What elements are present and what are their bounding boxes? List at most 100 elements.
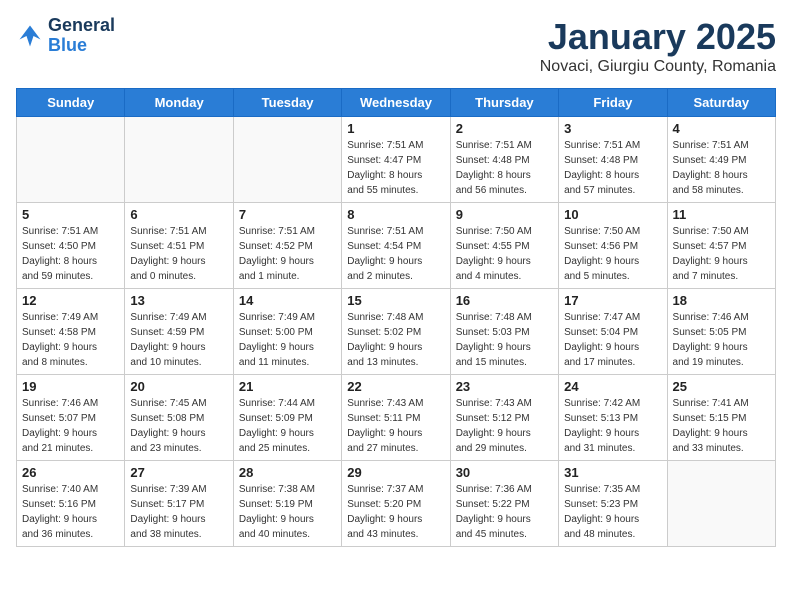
day-info: Sunrise: 7:50 AM Sunset: 4:57 PM Dayligh…: [673, 224, 770, 284]
day-info: Sunrise: 7:51 AM Sunset: 4:54 PM Dayligh…: [347, 224, 444, 284]
day-number: 29: [347, 465, 444, 480]
day-info: Sunrise: 7:51 AM Sunset: 4:50 PM Dayligh…: [22, 224, 119, 284]
week-row: 12Sunrise: 7:49 AM Sunset: 4:58 PM Dayli…: [17, 289, 776, 375]
calendar-cell: 25 Sunrise: 7:41 AM Sunset: 5:15 PM Dayli…: [667, 375, 775, 461]
calendar-cell: [233, 117, 341, 203]
day-number: 16: [456, 293, 553, 308]
day-number: 18: [673, 293, 770, 308]
day-number: 19: [22, 379, 119, 394]
day-number: 6: [130, 207, 227, 222]
day-number: 12: [22, 293, 119, 308]
day-info: Sunrise: 7:49 AM Sunset: 4:59 PM Dayligh…: [130, 310, 227, 370]
week-row: 5 Sunrise: 7:51 AM Sunset: 4:50 PM Daylig…: [17, 203, 776, 289]
day-info: Sunrise: 7:44 AM Sunset: 5:09 PM Dayligh…: [239, 396, 336, 456]
day-number: 1: [347, 121, 444, 136]
day-number: 23: [456, 379, 553, 394]
logo: General Blue: [16, 16, 115, 56]
weekday-header: Tuesday: [233, 89, 341, 117]
day-number: 13: [130, 293, 227, 308]
calendar-cell: 16 Sunrise: 7:48 AM Sunset: 5:03 PM Dayli…: [450, 289, 558, 375]
calendar-cell: 29Sunrise: 7:37 AM Sunset: 5:20 PM Dayli…: [342, 461, 450, 547]
day-number: 20: [130, 379, 227, 394]
calendar-cell: 24Sunrise: 7:42 AM Sunset: 5:13 PM Dayli…: [559, 375, 667, 461]
calendar-cell: 18 Sunrise: 7:46 AM Sunset: 5:05 PM Dayli…: [667, 289, 775, 375]
day-number: 22: [347, 379, 444, 394]
calendar-cell: 26Sunrise: 7:40 AM Sunset: 5:16 PM Dayli…: [17, 461, 125, 547]
day-info: Sunrise: 7:50 AM Sunset: 4:56 PM Dayligh…: [564, 224, 661, 284]
day-number: 27: [130, 465, 227, 480]
day-info: Sunrise: 7:51 AM Sunset: 4:52 PM Dayligh…: [239, 224, 336, 284]
day-number: 25: [673, 379, 770, 394]
calendar-cell: 8 Sunrise: 7:51 AM Sunset: 4:54 PM Daylig…: [342, 203, 450, 289]
calendar-cell: 28 Sunrise: 7:38 AM Sunset: 5:19 PM Dayli…: [233, 461, 341, 547]
calendar-cell: [125, 117, 233, 203]
calendar-cell: 9Sunrise: 7:50 AM Sunset: 4:55 PM Daylig…: [450, 203, 558, 289]
calendar-cell: 13 Sunrise: 7:49 AM Sunset: 4:59 PM Dayli…: [125, 289, 233, 375]
calendar-cell: 23 Sunrise: 7:43 AM Sunset: 5:12 PM Dayli…: [450, 375, 558, 461]
day-number: 31: [564, 465, 661, 480]
week-row: 26Sunrise: 7:40 AM Sunset: 5:16 PM Dayli…: [17, 461, 776, 547]
weekday-header: Monday: [125, 89, 233, 117]
day-number: 30: [456, 465, 553, 480]
weekday-header: Saturday: [667, 89, 775, 117]
calendar-cell: 15Sunrise: 7:48 AM Sunset: 5:02 PM Dayli…: [342, 289, 450, 375]
week-row: 19 Sunrise: 7:46 AM Sunset: 5:07 PM Dayli…: [17, 375, 776, 461]
title-area: January 2025 Novaci, Giurgiu County, Rom…: [540, 16, 776, 76]
day-info: Sunrise: 7:36 AM Sunset: 5:22 PM Dayligh…: [456, 482, 553, 542]
calendar-title: January 2025: [540, 16, 776, 58]
day-info: Sunrise: 7:46 AM Sunset: 5:07 PM Dayligh…: [22, 396, 119, 456]
day-info: Sunrise: 7:51 AM Sunset: 4:48 PM Dayligh…: [564, 138, 661, 198]
calendar-cell: 4Sunrise: 7:51 AM Sunset: 4:49 PM Daylig…: [667, 117, 775, 203]
day-info: Sunrise: 7:38 AM Sunset: 5:19 PM Dayligh…: [239, 482, 336, 542]
day-number: 7: [239, 207, 336, 222]
day-number: 14: [239, 293, 336, 308]
calendar-cell: [667, 461, 775, 547]
calendar-cell: 21 Sunrise: 7:44 AM Sunset: 5:09 PM Dayli…: [233, 375, 341, 461]
calendar-cell: 6 Sunrise: 7:51 AM Sunset: 4:51 PM Daylig…: [125, 203, 233, 289]
calendar-cell: 10 Sunrise: 7:50 AM Sunset: 4:56 PM Dayli…: [559, 203, 667, 289]
day-number: 17: [564, 293, 661, 308]
calendar-cell: 27Sunrise: 7:39 AM Sunset: 5:17 PM Dayli…: [125, 461, 233, 547]
day-number: 3: [564, 121, 661, 136]
day-number: 5: [22, 207, 119, 222]
calendar-table: SundayMondayTuesdayWednesdayThursdayFrid…: [16, 88, 776, 547]
calendar-cell: 19 Sunrise: 7:46 AM Sunset: 5:07 PM Dayli…: [17, 375, 125, 461]
day-info: Sunrise: 7:51 AM Sunset: 4:49 PM Dayligh…: [673, 138, 770, 198]
calendar-cell: 31Sunrise: 7:35 AM Sunset: 5:23 PM Dayli…: [559, 461, 667, 547]
calendar-cell: 7 Sunrise: 7:51 AM Sunset: 4:52 PM Daylig…: [233, 203, 341, 289]
calendar-cell: 20 Sunrise: 7:45 AM Sunset: 5:08 PM Dayli…: [125, 375, 233, 461]
day-number: 10: [564, 207, 661, 222]
day-info: Sunrise: 7:51 AM Sunset: 4:48 PM Dayligh…: [456, 138, 553, 198]
calendar-cell: 11 Sunrise: 7:50 AM Sunset: 4:57 PM Dayli…: [667, 203, 775, 289]
day-info: Sunrise: 7:46 AM Sunset: 5:05 PM Dayligh…: [673, 310, 770, 370]
logo-text: General Blue: [48, 16, 115, 56]
calendar-cell: 3 Sunrise: 7:51 AM Sunset: 4:48 PM Daylig…: [559, 117, 667, 203]
day-info: Sunrise: 7:48 AM Sunset: 5:03 PM Dayligh…: [456, 310, 553, 370]
logo-icon: [16, 22, 44, 50]
day-number: 8: [347, 207, 444, 222]
calendar-cell: 22 Sunrise: 7:43 AM Sunset: 5:11 PM Dayli…: [342, 375, 450, 461]
day-number: 11: [673, 207, 770, 222]
day-number: 15: [347, 293, 444, 308]
day-number: 24: [564, 379, 661, 394]
day-info: Sunrise: 7:45 AM Sunset: 5:08 PM Dayligh…: [130, 396, 227, 456]
calendar-cell: 12Sunrise: 7:49 AM Sunset: 4:58 PM Dayli…: [17, 289, 125, 375]
day-number: 2: [456, 121, 553, 136]
day-info: Sunrise: 7:47 AM Sunset: 5:04 PM Dayligh…: [564, 310, 661, 370]
calendar-cell: 5 Sunrise: 7:51 AM Sunset: 4:50 PM Daylig…: [17, 203, 125, 289]
weekday-header: Thursday: [450, 89, 558, 117]
day-info: Sunrise: 7:43 AM Sunset: 5:12 PM Dayligh…: [456, 396, 553, 456]
day-info: Sunrise: 7:49 AM Sunset: 5:00 PM Dayligh…: [239, 310, 336, 370]
week-row: 1Sunrise: 7:51 AM Sunset: 4:47 PM Daylig…: [17, 117, 776, 203]
day-number: 9: [456, 207, 553, 222]
weekday-header: Sunday: [17, 89, 125, 117]
day-info: Sunrise: 7:43 AM Sunset: 5:11 PM Dayligh…: [347, 396, 444, 456]
calendar-cell: 14 Sunrise: 7:49 AM Sunset: 5:00 PM Dayli…: [233, 289, 341, 375]
weekday-header: Friday: [559, 89, 667, 117]
day-info: Sunrise: 7:41 AM Sunset: 5:15 PM Dayligh…: [673, 396, 770, 456]
calendar-cell: 17 Sunrise: 7:47 AM Sunset: 5:04 PM Dayli…: [559, 289, 667, 375]
header: General Blue January 2025 Novaci, Giurgi…: [16, 16, 776, 76]
day-number: 28: [239, 465, 336, 480]
day-info: Sunrise: 7:51 AM Sunset: 4:51 PM Dayligh…: [130, 224, 227, 284]
day-number: 21: [239, 379, 336, 394]
